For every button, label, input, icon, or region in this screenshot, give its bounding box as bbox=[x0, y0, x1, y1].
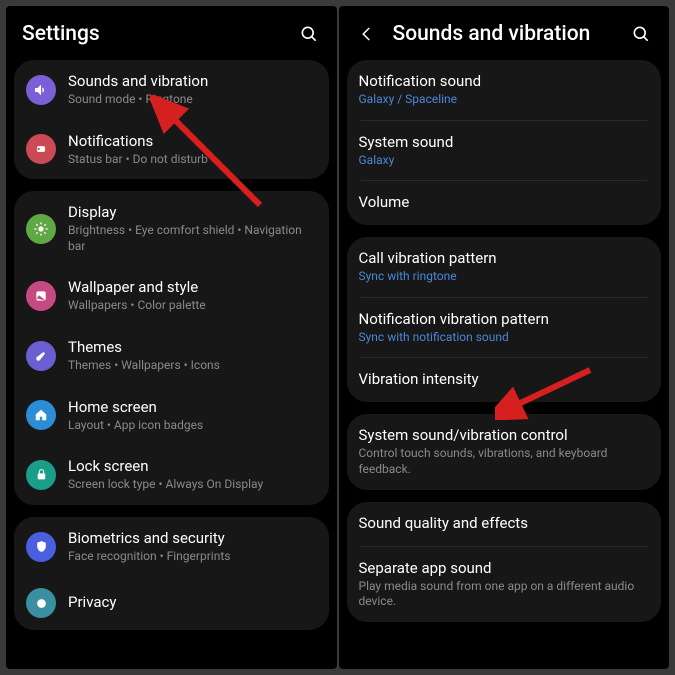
settings-item-home-screen[interactable]: Home screen Layout • App icon badges bbox=[14, 386, 329, 446]
item-title: Notifications bbox=[68, 132, 317, 150]
item-separate-app-sound[interactable]: Separate app sound Play media sound from… bbox=[347, 547, 662, 622]
settings-item-sounds[interactable]: Sounds and vibration Sound mode • Ringto… bbox=[14, 60, 329, 120]
item-title: Lock screen bbox=[68, 457, 317, 475]
lock-icon bbox=[26, 460, 56, 490]
item-title: Privacy bbox=[68, 593, 317, 611]
settings-group: System sound/vibration control Control t… bbox=[347, 414, 662, 489]
item-subtitle: Brightness • Eye comfort shield • Naviga… bbox=[68, 223, 317, 254]
item-subtitle: Sync with notification sound bbox=[359, 330, 650, 346]
settings-item-notifications[interactable]: Notifications Status bar • Do not distur… bbox=[14, 120, 329, 180]
settings-group: Display Brightness • Eye comfort shield … bbox=[14, 191, 329, 505]
sounds-list[interactable]: Notification sound Galaxy / Spaceline Sy… bbox=[339, 60, 670, 669]
item-title: System sound/vibration control bbox=[359, 426, 650, 444]
settings-group: Sounds and vibration Sound mode • Ringto… bbox=[14, 60, 329, 179]
sound-icon bbox=[26, 75, 56, 105]
search-button[interactable] bbox=[629, 24, 653, 44]
brush-icon bbox=[26, 341, 56, 371]
item-title: Themes bbox=[68, 338, 317, 356]
item-subtitle: Themes • Wallpapers • Icons bbox=[68, 358, 317, 374]
item-subtitle: Galaxy bbox=[359, 153, 650, 169]
item-title: Display bbox=[68, 203, 317, 221]
item-system-sound-vibration[interactable]: System sound/vibration control Control t… bbox=[347, 414, 662, 489]
bell-icon bbox=[26, 134, 56, 164]
item-system-sound[interactable]: System sound Galaxy bbox=[347, 121, 662, 181]
item-title: Sounds and vibration bbox=[68, 72, 317, 90]
item-vibration-intensity[interactable]: Vibration intensity bbox=[347, 358, 662, 402]
sounds-vibration-screen: Sounds and vibration Notification sound … bbox=[339, 6, 670, 669]
item-title: Notification vibration pattern bbox=[359, 310, 650, 328]
header: Settings bbox=[6, 6, 337, 60]
settings-item-wallpaper[interactable]: Wallpaper and style Wallpapers • Color p… bbox=[14, 266, 329, 326]
page-title: Settings bbox=[22, 22, 297, 46]
item-volume[interactable]: Volume bbox=[347, 181, 662, 225]
settings-group: Biometrics and security Face recognition… bbox=[14, 517, 329, 631]
item-subtitle: Screen lock type • Always On Display bbox=[68, 477, 317, 493]
item-subtitle: Sound mode • Ringtone bbox=[68, 92, 317, 108]
search-button[interactable] bbox=[297, 24, 321, 44]
item-subtitle: Galaxy / Spaceline bbox=[359, 92, 650, 108]
settings-item-privacy[interactable]: Privacy bbox=[14, 576, 329, 630]
item-title: Wallpaper and style bbox=[68, 278, 317, 296]
settings-group: Sound quality and effects Separate app s… bbox=[347, 502, 662, 622]
item-notification-sound[interactable]: Notification sound Galaxy / Spaceline bbox=[347, 60, 662, 120]
item-title: Vibration intensity bbox=[359, 370, 650, 388]
item-sound-quality[interactable]: Sound quality and effects bbox=[347, 502, 662, 546]
item-title: Separate app sound bbox=[359, 559, 650, 577]
settings-screen: Settings Sounds and vibration Sound mode… bbox=[6, 6, 337, 669]
search-icon bbox=[631, 24, 651, 44]
settings-item-themes[interactable]: Themes Themes • Wallpapers • Icons bbox=[14, 326, 329, 386]
item-subtitle: Sync with ringtone bbox=[359, 269, 650, 285]
header: Sounds and vibration bbox=[339, 6, 670, 60]
item-title: Biometrics and security bbox=[68, 529, 317, 547]
home-icon bbox=[26, 400, 56, 430]
shield-icon bbox=[26, 532, 56, 562]
item-subtitle: Layout • App icon badges bbox=[68, 418, 317, 434]
privacy-icon bbox=[26, 588, 56, 618]
item-call-vibration[interactable]: Call vibration pattern Sync with rington… bbox=[347, 237, 662, 297]
item-title: Home screen bbox=[68, 398, 317, 416]
item-title: Sound quality and effects bbox=[359, 514, 650, 532]
search-icon bbox=[299, 24, 319, 44]
item-subtitle: Play media sound from one app on a diffe… bbox=[359, 579, 650, 610]
settings-list[interactable]: Sounds and vibration Sound mode • Ringto… bbox=[6, 60, 337, 669]
item-title: Volume bbox=[359, 193, 650, 211]
item-subtitle: Control touch sounds, vibrations, and ke… bbox=[359, 446, 650, 477]
settings-item-biometrics[interactable]: Biometrics and security Face recognition… bbox=[14, 517, 329, 577]
back-button[interactable] bbox=[355, 25, 379, 43]
item-subtitle: Face recognition • Fingerprints bbox=[68, 549, 317, 565]
chevron-left-icon bbox=[358, 25, 376, 43]
settings-item-display[interactable]: Display Brightness • Eye comfort shield … bbox=[14, 191, 329, 266]
item-title: Notification sound bbox=[359, 72, 650, 90]
item-title: Call vibration pattern bbox=[359, 249, 650, 267]
item-subtitle: Status bar • Do not disturb bbox=[68, 152, 317, 168]
page-title: Sounds and vibration bbox=[393, 22, 630, 46]
item-subtitle: Wallpapers • Color palette bbox=[68, 298, 317, 314]
item-notification-vibration[interactable]: Notification vibration pattern Sync with… bbox=[347, 298, 662, 358]
item-title: System sound bbox=[359, 133, 650, 151]
wallpaper-icon bbox=[26, 281, 56, 311]
settings-group: Notification sound Galaxy / Spaceline Sy… bbox=[347, 60, 662, 225]
settings-group: Call vibration pattern Sync with rington… bbox=[347, 237, 662, 402]
sun-icon bbox=[26, 214, 56, 244]
settings-item-lock-screen[interactable]: Lock screen Screen lock type • Always On… bbox=[14, 445, 329, 505]
